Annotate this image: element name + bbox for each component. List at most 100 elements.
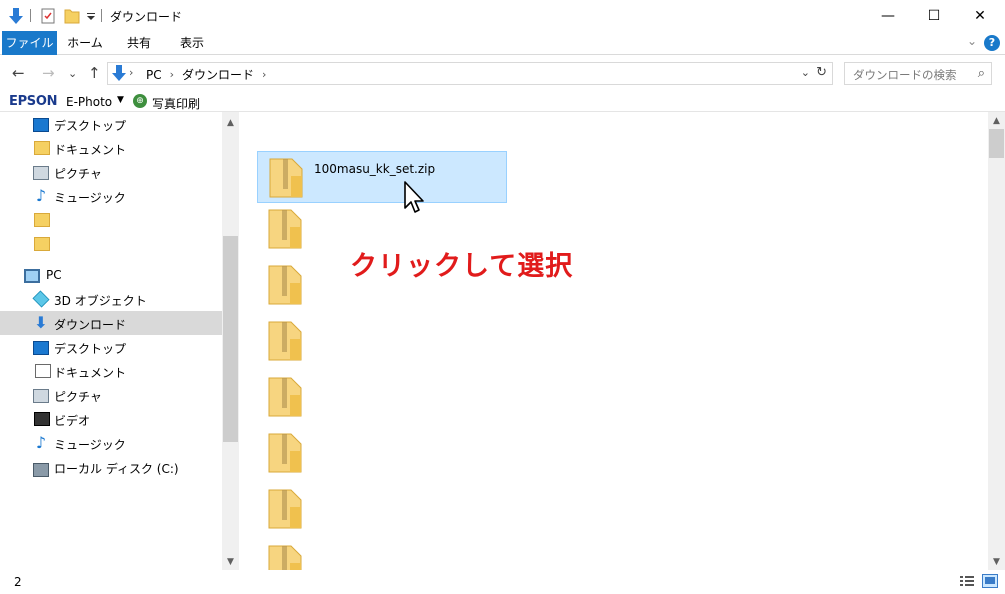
download-folder-icon <box>111 64 127 85</box>
drive-icon <box>33 463 49 477</box>
download-arrow-icon <box>8 0 24 31</box>
search-input[interactable]: ダウンロードの検索 ⌕ <box>844 62 992 85</box>
chevron-right-icon[interactable]: › <box>262 68 266 81</box>
sidebar-item-pictures[interactable]: ピクチャ <box>0 383 222 407</box>
customize-qa-icon[interactable] <box>86 0 96 31</box>
sidebar-item-music[interactable]: ♪ ミュージック <box>0 184 222 208</box>
sidebar-item-desktop[interactable]: デスクトップ <box>0 112 222 136</box>
minimize-button[interactable]: — <box>865 0 911 31</box>
ephoto-button[interactable]: E-Photo <box>66 95 112 109</box>
music-icon: ♪ <box>35 432 47 452</box>
epson-logo: EPSON <box>9 94 58 109</box>
sidebar-item-folder[interactable] <box>0 208 222 232</box>
sidebar-scrollbar[interactable]: ▲ ▼ <box>222 112 239 570</box>
chevron-right-icon[interactable]: › <box>129 66 133 79</box>
photo-print-icon[interactable]: ⊕ <box>133 94 147 108</box>
photo-print-button[interactable]: 写真印刷 <box>152 95 200 112</box>
folder-icon <box>34 237 50 251</box>
separator <box>30 9 31 22</box>
scroll-down-icon[interactable]: ▼ <box>988 553 1005 570</box>
sidebar-item-label: ピクチャ <box>54 390 102 404</box>
sidebar-item-label: デスクトップ <box>54 342 127 356</box>
file-item-zip[interactable] <box>257 539 507 570</box>
scroll-down-icon[interactable]: ▼ <box>222 553 239 570</box>
help-icon[interactable]: ? <box>984 35 1000 51</box>
content-scrollbar[interactable]: ▲ ▼ <box>988 112 1005 570</box>
sidebar-item-pictures[interactable]: ピクチャ <box>0 160 222 184</box>
address-dropdown-icon[interactable]: ⌄ <box>801 66 810 79</box>
epson-toolbar: EPSON E-Photo ▼ ⊕ 写真印刷 <box>0 91 1005 112</box>
sidebar-item-local-disk[interactable]: ローカル ディスク (C:) <box>0 455 222 479</box>
address-bar[interactable]: › PC › ダウンロード › ⌄ ↻ <box>107 62 833 85</box>
caret-down-icon[interactable]: ▼ <box>117 95 124 105</box>
file-item-zip[interactable] <box>257 315 507 367</box>
sidebar-item-3d-objects[interactable]: 3D オブジェクト <box>0 287 222 311</box>
details-view-icon[interactable] <box>959 574 975 588</box>
window-title: ダウンロード <box>110 10 183 24</box>
breadcrumb-downloads[interactable]: ダウンロード <box>182 66 254 83</box>
scrollbar-thumb[interactable] <box>989 129 1004 158</box>
properties-icon[interactable] <box>40 0 56 31</box>
file-item-zip[interactable] <box>257 371 507 423</box>
desktop-icon <box>33 341 49 355</box>
music-icon: ♪ <box>35 185 47 205</box>
file-item-zip[interactable] <box>257 427 507 479</box>
mouse-cursor-icon <box>404 181 424 213</box>
chevron-right-icon[interactable]: › <box>170 68 174 81</box>
item-count: 2 <box>14 575 22 589</box>
sidebar-item-downloads[interactable]: ⬇ ダウンロード <box>0 311 222 335</box>
file-list: 100masu_kk_set.zip <box>240 112 988 570</box>
tab-home[interactable]: ホーム <box>62 31 108 55</box>
ribbon-tabs: ファイル ホーム 共有 表示 ⌄ ? <box>0 31 1005 55</box>
3d-objects-icon <box>32 290 50 308</box>
annotation-text: クリックして選択 <box>350 251 574 282</box>
sidebar-item-pc[interactable]: PC <box>0 263 222 287</box>
folder-icon <box>34 141 50 155</box>
forward-button[interactable]: → <box>42 64 55 82</box>
recent-locations-button[interactable]: ⌄ <box>68 67 77 80</box>
pc-icon <box>24 269 40 283</box>
breadcrumb-pc[interactable]: PC <box>146 68 162 82</box>
tab-file[interactable]: ファイル <box>2 31 57 55</box>
sidebar-item-label: デスクトップ <box>54 119 127 133</box>
navigation-pane: デスクトップ ドキュメント ピクチャ ♪ ミュージック PC 3D オブジェクト… <box>0 112 240 570</box>
zip-folder-icon <box>268 433 302 473</box>
close-button[interactable]: ✕ <box>957 0 1003 31</box>
sidebar-item-label: ピクチャ <box>54 167 102 181</box>
refresh-button[interactable]: ↻ <box>816 65 827 80</box>
separator <box>101 9 102 22</box>
tab-view[interactable]: 表示 <box>169 31 215 55</box>
document-icon <box>35 364 51 378</box>
zip-folder-icon <box>268 209 302 249</box>
ribbon-expand-icon[interactable]: ⌄ <box>967 34 977 48</box>
back-button[interactable]: ← <box>12 64 25 82</box>
download-icon: ⬇ <box>34 312 48 332</box>
sidebar-item-folder[interactable] <box>0 232 222 256</box>
file-name: 100masu_kk_set.zip <box>314 162 436 176</box>
file-item-zip[interactable]: 100masu_kk_set.zip <box>257 151 507 203</box>
new-folder-icon[interactable] <box>64 0 80 31</box>
search-placeholder: ダウンロードの検索 <box>853 68 957 82</box>
sidebar-item-label: 3D オブジェクト <box>54 294 147 308</box>
sidebar-item-documents[interactable]: ドキュメント <box>0 359 222 383</box>
sidebar-item-label: ビデオ <box>54 414 91 428</box>
title-bar: ダウンロード — ☐ ✕ <box>0 0 1005 31</box>
sidebar-item-label: ドキュメント <box>54 366 127 380</box>
zip-folder-icon <box>268 265 302 305</box>
up-button[interactable]: ↑ <box>88 64 101 82</box>
sidebar-item-desktop[interactable]: デスクトップ <box>0 335 222 359</box>
scrollbar-thumb[interactable] <box>223 236 238 442</box>
sidebar-item-videos[interactable]: ビデオ <box>0 407 222 431</box>
zip-folder-icon <box>268 489 302 529</box>
maximize-button[interactable]: ☐ <box>911 0 957 31</box>
sidebar-item-music[interactable]: ♪ ミュージック <box>0 431 222 455</box>
file-item-zip[interactable] <box>257 483 507 535</box>
sidebar-item-label: ドキュメント <box>54 143 127 157</box>
sidebar-item-label: ローカル ディスク (C:) <box>54 462 179 476</box>
scroll-up-icon[interactable]: ▲ <box>222 114 239 131</box>
sidebar-item-documents[interactable]: ドキュメント <box>0 136 222 160</box>
tab-share[interactable]: 共有 <box>116 31 162 55</box>
large-icons-view-icon[interactable] <box>982 574 998 588</box>
folder-icon <box>34 213 50 227</box>
scroll-up-icon[interactable]: ▲ <box>988 112 1005 129</box>
